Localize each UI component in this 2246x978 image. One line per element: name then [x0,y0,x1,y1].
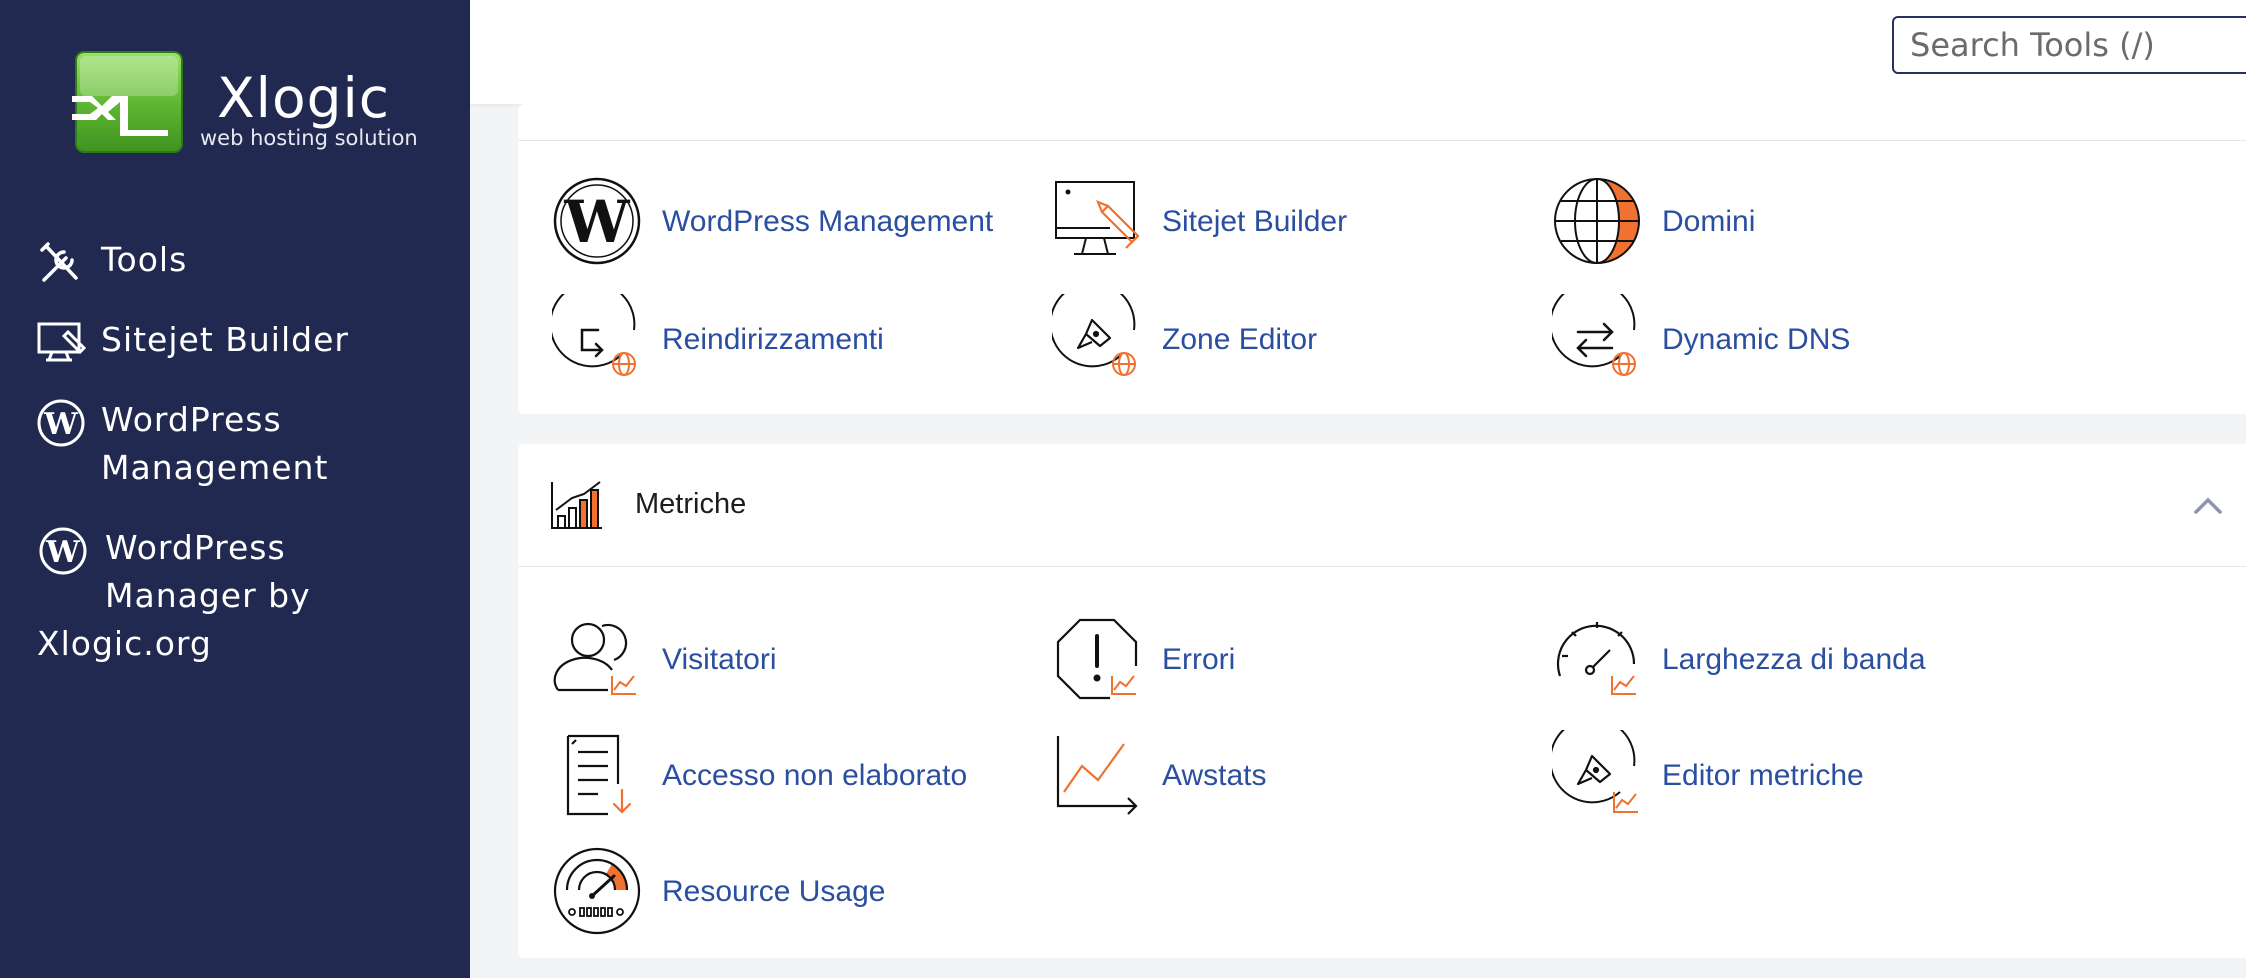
search-input[interactable] [1892,16,2246,74]
sidebar-item-label: Xlogic.org [37,624,212,663]
brand-name: Xlogic [217,66,391,130]
tool-label[interactable]: Visitatori [662,640,777,680]
brand-tagline: web hosting solution [200,126,418,150]
tool-label[interactable]: Awstats [1162,756,1267,796]
xlogic-logo-icon [72,51,183,153]
sidebar-item-label: WordPress [105,528,286,567]
domains-panel: W WordPress Management Sitejet Builder D… [518,104,2246,414]
sidebar-item-sitejet-builder[interactable]: Sitejet Builder [0,316,470,372]
tool-domini[interactable]: Domini [1552,176,1952,272]
chevron-up-icon[interactable] [2190,490,2226,520]
tool-label[interactable]: Zone Editor [1162,320,1317,360]
resource-usage-icon [553,847,641,935]
tools-icon [40,242,78,282]
tool-wordpress-management[interactable]: W WordPress Management [552,176,1012,272]
tool-sitejet-builder[interactable]: Sitejet Builder [1052,176,1452,272]
svg-text:W: W [45,535,81,570]
tool-awstats[interactable]: Awstats [1052,730,1452,826]
tool-label[interactable]: Accesso non elaborato [662,756,967,796]
tool-label[interactable]: Editor metriche [1662,756,1864,796]
tool-label[interactable]: Dynamic DNS [1662,320,1850,360]
dynamic-dns-icon [1552,294,1636,376]
globe-icon [1554,178,1640,264]
panel-title: Metriche [635,488,747,520]
zone-editor-icon [1052,294,1136,376]
tool-editor-metriche[interactable]: Editor metriche [1552,730,1952,826]
svg-text:W: W [43,407,79,442]
tool-resource-usage[interactable]: Resource Usage [552,846,952,942]
metrics-panel: Metriche Visitatori Errori Larghezza di … [518,444,2246,958]
tool-label[interactable]: Domini [1662,202,1755,242]
sidebar: Xlogic web hosting solution Tools Siteje… [0,0,470,978]
visitors-icon [553,622,636,695]
sidebar-item-tools[interactable]: Tools [0,236,470,292]
tool-label[interactable]: Errori [1162,640,1235,680]
tool-label[interactable]: WordPress Management [662,202,993,242]
wordpress-icon: W [37,399,85,447]
metrics-panel-header[interactable]: Metriche [518,444,2246,567]
sidebar-item-label: Sitejet Builder [101,320,349,359]
bandwidth-icon [1556,622,1636,695]
tool-zone-editor[interactable]: Zone Editor [1052,294,1452,390]
tool-label[interactable]: Reindirizzamenti [662,320,884,360]
tool-dynamic-dns[interactable]: Dynamic DNS [1552,294,1952,390]
monitor-pencil-icon [37,322,86,362]
sidebar-item-label: Tools [101,240,188,279]
svg-text:W: W [563,188,630,256]
sidebar-item-wordpress-management[interactable]: W WordPress Management [0,396,470,500]
tool-label[interactable]: Resource Usage [662,872,885,912]
tool-visitatori[interactable]: Visitatori [552,614,952,710]
bar-chart-icon [551,481,602,529]
redirect-icon [552,294,636,376]
wordpress-icon: W [553,177,641,265]
sidebar-item-label: Management [101,448,329,487]
raw-access-icon [566,734,632,816]
brand-logo[interactable]: Xlogic web hosting solution [62,46,422,164]
panel-divider [518,140,2246,141]
sidebar-item-label: WordPress [101,400,282,439]
sidebar-item-label: Manager by [105,576,311,615]
tool-errori[interactable]: Errori [1052,614,1452,710]
tool-label[interactable]: Sitejet Builder [1162,202,1347,242]
tool-label[interactable]: Larghezza di banda [1662,640,1926,680]
tool-reindirizzamenti[interactable]: Reindirizzamenti [552,294,972,390]
monitor-pencil-icon [1055,181,1140,255]
metrics-editor-icon [1552,730,1638,813]
errors-icon [1056,618,1138,700]
wordpress-icon: W [39,527,87,575]
tool-accesso-non-elaborato[interactable]: Accesso non elaborato [552,730,1012,826]
awstats-icon [1056,736,1138,815]
sidebar-item-wordpress-manager[interactable]: W WordPress Manager by Xlogic.org [0,524,470,674]
tool-larghezza-di-banda[interactable]: Larghezza di banda [1552,614,1972,710]
